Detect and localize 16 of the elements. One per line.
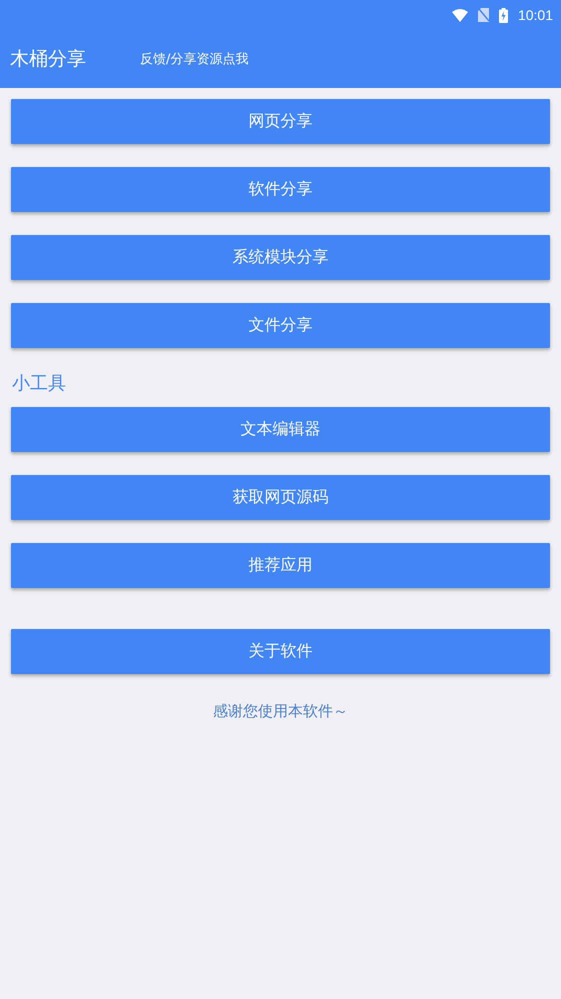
thanks-text: 感谢您使用本软件～ [213,702,348,721]
feedback-link[interactable]: 反馈/分享资源点我 [140,50,248,68]
menu-button[interactable]: 文件分享 [11,303,550,348]
menu-button[interactable]: 获取网页源码 [11,475,550,520]
wifi-icon [452,8,468,22]
menu-button[interactable]: 系统模块分享 [11,235,550,280]
menu-button[interactable]: 网页分享 [11,99,550,144]
app-title: 木桶分享 [10,47,87,72]
menu-button[interactable]: 文本编辑器 [11,407,550,452]
menu-button[interactable]: 关于软件 [11,629,550,674]
battery-charging-icon [498,8,508,22]
menu-button[interactable]: 推荐应用 [11,543,550,588]
no-sim-icon [478,8,489,22]
status-time: 10:01 [518,7,553,23]
section-heading: 小工具 [12,372,67,396]
menu-button[interactable]: 软件分享 [11,167,550,212]
